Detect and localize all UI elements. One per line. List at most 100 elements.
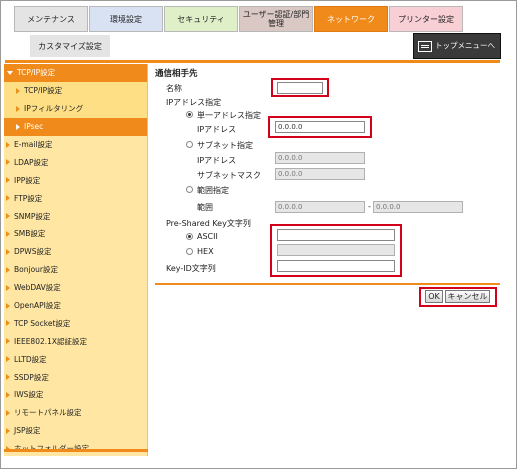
arrow-right-icon xyxy=(16,105,20,112)
subnet-ip-label: IPアドレス xyxy=(197,156,237,165)
arrow-right-icon xyxy=(6,213,10,220)
sidebar-item-tcpip[interactable]: TCP/IP設定 xyxy=(4,64,147,82)
range-sub-label: 範囲 xyxy=(197,203,213,212)
cancel-button[interactable]: キャンセル xyxy=(445,290,490,303)
sidebar-item-label: SNMP設定 xyxy=(14,211,51,221)
sidebar-item-jsp[interactable]: JSP設定 xyxy=(4,422,147,440)
sidebar-item-ssdp[interactable]: SSDP設定 xyxy=(4,368,147,386)
sidebar-item-smb[interactable]: SMB設定 xyxy=(4,225,147,243)
arrow-right-icon xyxy=(6,409,10,416)
top-menu-button[interactable]: トップメニューへ xyxy=(413,33,501,59)
subnet-ip-field[interactable]: 0.0.0.0 xyxy=(275,152,365,164)
name-field[interactable] xyxy=(277,82,323,94)
range-to-field[interactable]: 0.0.0.0 xyxy=(373,201,463,213)
arrow-right-icon xyxy=(6,320,10,327)
sidebar-item-webdav[interactable]: WebDAV設定 xyxy=(4,279,147,297)
sidebar-item-tcp-socket[interactable]: TCP Socket設定 xyxy=(4,314,147,332)
sidebar-subitem-ipsec[interactable]: IPsec xyxy=(4,117,147,136)
arrow-right-icon xyxy=(6,195,10,202)
arrow-right-icon xyxy=(6,374,10,381)
sidebar-item-remote-panel[interactable]: リモートパネル設定 xyxy=(4,404,147,422)
sidebar-subitem-ipfilter[interactable]: IPフィルタリング xyxy=(4,99,147,118)
keyid-field[interactable] xyxy=(277,260,395,272)
arrow-right-icon xyxy=(6,177,10,184)
arrow-right-icon xyxy=(6,356,10,363)
sidebar-item-label: IEEE802.1X認証設定 xyxy=(14,336,88,346)
sidebar-item-bonjour[interactable]: Bonjour設定 xyxy=(4,261,147,279)
sidebar-item-label: E-mail設定 xyxy=(14,140,53,149)
single-address-radio[interactable] xyxy=(186,111,193,118)
sidebar-subitem-tcpip[interactable]: TCP/IP設定 xyxy=(4,81,147,100)
arrow-right-icon xyxy=(6,266,10,273)
sidebar-item-label: DPWS設定 xyxy=(14,247,52,257)
chevron-down-icon xyxy=(7,70,13,75)
single-ip-label: IPアドレス xyxy=(197,125,237,134)
top-menu-label: トップメニューへ xyxy=(435,41,495,50)
arrow-right-icon xyxy=(6,248,10,255)
section-title: 通信相手先 xyxy=(155,69,198,79)
tab-network[interactable]: ネットワーク xyxy=(314,6,388,32)
hex-label: HEX xyxy=(197,247,214,256)
sidebar-item-ieee8021x[interactable]: IEEE802.1X認証設定 xyxy=(4,332,147,350)
sidebar-item-label: LDAP設定 xyxy=(14,157,49,167)
menu-icon xyxy=(418,40,432,52)
keyid-label: Key-ID文字列 xyxy=(166,264,216,273)
ascii-label: ASCII xyxy=(197,232,218,241)
arrow-right-icon xyxy=(6,338,10,345)
sidebar-item-label: FTP設定 xyxy=(14,193,43,203)
ascii-radio[interactable] xyxy=(186,233,193,240)
tab-customize[interactable]: カスタマイズ設定 xyxy=(30,35,110,57)
hex-radio[interactable] xyxy=(186,248,193,255)
sidebar-divider xyxy=(4,449,148,452)
sidebar-item-snmp[interactable]: SNMP設定 xyxy=(4,207,147,225)
sidebar-item-label: OpenAPI設定 xyxy=(14,301,61,311)
sidebar-item-label: IPフィルタリング xyxy=(24,104,84,114)
sidebar-item-email[interactable]: E-mail設定 xyxy=(4,136,147,154)
range-separator: - xyxy=(368,202,371,211)
sidebar-item-label: Bonjour設定 xyxy=(14,265,58,275)
single-address-label: 単一アドレス指定 xyxy=(197,111,261,120)
sidebar-item-label: TCP Socket設定 xyxy=(14,318,71,328)
sidebar-item-ipp[interactable]: IPP設定 xyxy=(4,171,147,189)
subnet-mask-field[interactable]: 0.0.0.0 xyxy=(275,168,365,180)
sidebar-item-label: WebDAV設定 xyxy=(14,283,61,293)
sidebar-item-label: IPP設定 xyxy=(14,175,41,185)
arrow-right-icon xyxy=(16,123,20,130)
sidebar-item-label: SMB設定 xyxy=(14,229,46,239)
sidebar-item-openapi[interactable]: OpenAPI設定 xyxy=(4,297,147,315)
tab-printer[interactable]: プリンター設定 xyxy=(389,6,463,32)
sidebar-item-lltd[interactable]: LLTD設定 xyxy=(4,350,147,368)
tab-maintenance[interactable]: メンテナンス xyxy=(14,6,88,32)
tab-environment[interactable]: 環境設定 xyxy=(89,6,163,32)
hex-key-field[interactable] xyxy=(277,244,395,256)
arrow-right-icon xyxy=(6,141,10,148)
arrow-right-icon xyxy=(6,427,10,434)
main-tabs: メンテナンス 環境設定 セキュリティ ユーザー認証/部門管理 ネットワーク プリ… xyxy=(14,6,464,32)
header-divider xyxy=(5,60,500,63)
sidebar-item-ldap[interactable]: LDAP設定 xyxy=(4,153,147,171)
subnet-label: サブネット指定 xyxy=(197,141,253,150)
tab-user-auth[interactable]: ユーザー認証/部門管理 xyxy=(239,6,313,32)
sidebar-item-iws[interactable]: IWS設定 xyxy=(4,386,147,404)
psk-label: Pre-Shared Key文字列 xyxy=(166,219,251,228)
sidebar-item-label: SSDP設定 xyxy=(14,372,49,382)
form-divider xyxy=(155,283,500,285)
sidebar-item-label: TCP/IP設定 xyxy=(17,68,56,78)
range-from-field[interactable]: 0.0.0.0 xyxy=(275,201,365,213)
ip-spec-label: IPアドレス指定 xyxy=(166,98,222,107)
arrow-right-icon xyxy=(6,302,10,309)
tab-security[interactable]: セキュリティ xyxy=(164,6,238,32)
ascii-key-field[interactable] xyxy=(277,229,395,241)
arrow-right-icon xyxy=(6,391,10,398)
single-ip-field[interactable]: 0.0.0.0 xyxy=(275,121,365,133)
sidebar-item-label: IWS設定 xyxy=(14,390,44,400)
arrow-right-icon xyxy=(16,87,20,94)
range-radio[interactable] xyxy=(186,186,193,193)
arrow-right-icon xyxy=(6,159,10,166)
sidebar-item-label: LLTD設定 xyxy=(14,354,47,364)
sidebar-item-dpws[interactable]: DPWS設定 xyxy=(4,243,147,261)
ok-button[interactable]: OK xyxy=(425,290,443,303)
sidebar-item-label: IPsec xyxy=(24,122,44,132)
subnet-radio[interactable] xyxy=(186,141,193,148)
sidebar-item-ftp[interactable]: FTP設定 xyxy=(4,189,147,207)
